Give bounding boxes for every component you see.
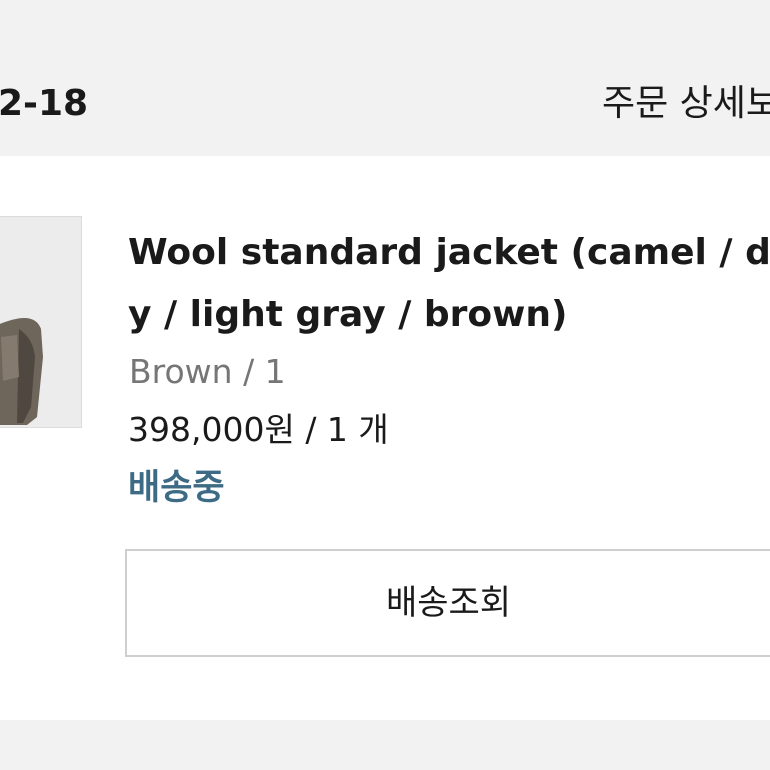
track-delivery-button[interactable]: 배송조회 [125, 549, 770, 657]
product-image[interactable] [0, 216, 82, 428]
order-detail-link[interactable]: 주문 상세보 [602, 82, 770, 126]
order-header: 2-18 주문 상세보 [0, 0, 770, 156]
product-price-quantity: 398,000원 / 1 개 [128, 410, 389, 449]
delivery-status: 배송중 [128, 468, 225, 508]
order-item-card: Wool standard jacket (camel / da y / lig… [0, 156, 770, 720]
order-date: 2-18 [0, 83, 89, 124]
product-title-line: Wool standard jacket (camel / da [128, 232, 770, 273]
product-title-line: y / light gray / brown) [128, 294, 568, 335]
product-photo-icon [0, 217, 81, 427]
product-option: Brown / 1 [129, 352, 286, 391]
track-delivery-label: 배송조회 [385, 583, 512, 623]
product-title[interactable]: Wool standard jacket (camel / da y / lig… [128, 222, 770, 346]
